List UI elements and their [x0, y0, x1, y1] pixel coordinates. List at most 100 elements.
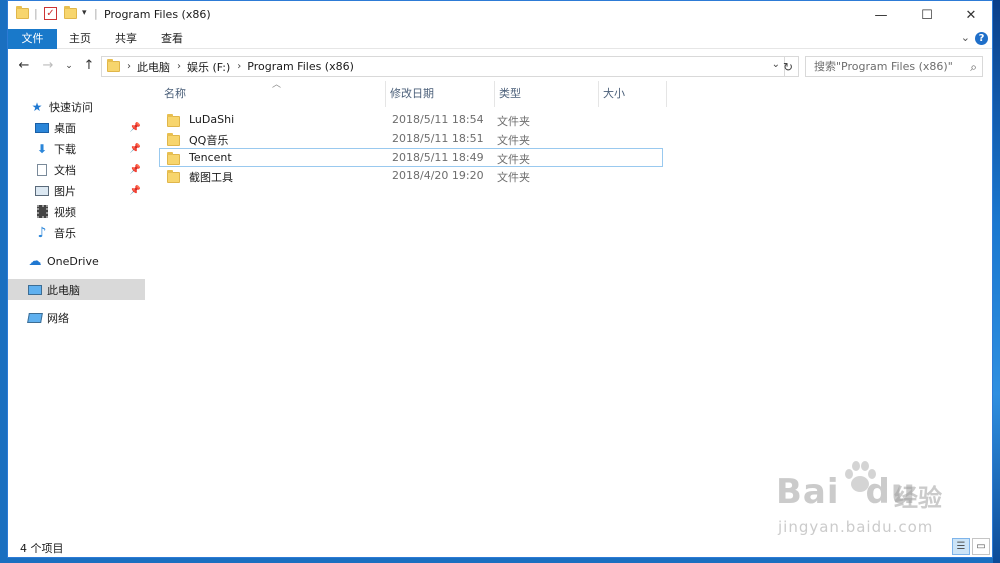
close-button[interactable]: ✕ [948, 1, 994, 29]
sidebar-item-label: 快速访问 [49, 100, 93, 114]
column-type[interactable]: 类型 [495, 81, 599, 107]
desktop-icon [35, 122, 49, 134]
breadcrumb-drive[interactable]: 娱乐 (F:) [187, 59, 230, 75]
sidebar-item-label: 下载 [54, 142, 76, 156]
pin-icon[interactable]: 📌 [130, 186, 141, 196]
large-icons-view-icon[interactable]: ▭ [972, 538, 990, 555]
sidebar-item-label: 音乐 [54, 226, 76, 240]
recent-locations-icon[interactable]: ⌄ [62, 55, 76, 77]
maximize-button[interactable]: ☐ [904, 1, 950, 29]
search-placeholder: 搜索"Program Files (x86)" [814, 60, 953, 73]
sidebar-item-documents[interactable]: 文档 📌 [8, 159, 145, 180]
sidebar-item-this-pc[interactable]: 此电脑 [8, 279, 145, 300]
table-row[interactable]: 截图工具 2018/4/20 19:20 文件夹 [160, 167, 664, 186]
search-icon[interactable]: ⌕ [970, 58, 977, 77]
file-type: 文件夹 [497, 115, 530, 128]
navigation-pane: ★ 快速访问 桌面 📌 ⬇ 下载 📌 文档 📌 图片 📌 视频 ♪ 音乐 ☁ O… [8, 91, 145, 531]
sidebar-item-music[interactable]: ♪ 音乐 [8, 222, 145, 243]
folder-icon [107, 59, 120, 72]
file-date: 2018/5/11 18:54 [392, 113, 484, 126]
column-header: ︿ 名称 修改日期 类型 大小 [160, 80, 680, 107]
up-icon[interactable]: ↑ [80, 55, 98, 77]
title-bar: | ✓ ▾ | Program Files (x86) — ☐ ✕ [8, 1, 992, 29]
minimize-button[interactable]: — [858, 1, 904, 29]
pin-icon[interactable]: 📌 [130, 165, 141, 175]
sidebar-item-label: 此电脑 [47, 283, 80, 297]
chevron-right-icon[interactable]: › [177, 61, 181, 72]
download-icon: ⬇ [36, 141, 48, 156]
tab-home[interactable]: 主页 [58, 29, 102, 49]
explorer-window: | ✓ ▾ | Program Files (x86) — ☐ ✕ 文件 主页 … [7, 0, 993, 558]
pin-icon[interactable]: 📌 [130, 144, 141, 154]
sidebar-item-onedrive[interactable]: ☁ OneDrive [8, 251, 145, 272]
file-name: Tencent [189, 151, 232, 164]
folder-icon [167, 170, 180, 183]
table-row[interactable]: QQ音乐 2018/5/11 18:51 文件夹 [160, 130, 664, 149]
properties-icon[interactable]: ✓ [44, 7, 57, 20]
file-name: LuDaShi [189, 113, 235, 126]
sidebar-item-quick-access[interactable]: ★ 快速访问 [8, 96, 145, 117]
network-icon [27, 312, 43, 324]
navigation-bar: ← → ⌄ ↑ › 此电脑 › 娱乐 (F:) › Program Files … [8, 55, 992, 77]
sidebar-item-desktop[interactable]: 桌面 📌 [8, 117, 145, 138]
music-icon: ♪ [37, 224, 47, 241]
breadcrumb-this-pc[interactable]: 此电脑 [137, 59, 170, 75]
sidebar-item-label: 文档 [54, 163, 76, 177]
chevron-right-icon[interactable]: › [237, 61, 241, 72]
refresh-icon[interactable]: ↻ [778, 56, 799, 77]
tab-share[interactable]: 共享 [104, 29, 148, 49]
watermark-url: jingyan.baidu.com [778, 518, 934, 536]
sidebar-item-label: 桌面 [54, 121, 76, 135]
watermark-cn: 经验 [894, 484, 942, 512]
column-name[interactable]: 名称 [160, 81, 386, 107]
sidebar-item-network[interactable]: 网络 [8, 307, 145, 328]
item-count: 4 个项目 [20, 542, 64, 555]
ribbon-tabs: 文件 主页 共享 查看 ⌄ ? [8, 29, 992, 49]
forward-icon[interactable]: → [38, 55, 58, 77]
folder-icon [16, 6, 29, 19]
column-size[interactable]: 大小 [599, 81, 667, 107]
chevron-right-icon[interactable]: › [127, 61, 131, 72]
new-folder-icon[interactable] [64, 6, 77, 19]
file-date: 2018/5/11 18:49 [392, 151, 484, 164]
baidu-watermark: Bai du 经验 jingyan.baidu.com [776, 456, 976, 546]
window-title: Program Files (x86) [104, 8, 211, 21]
folder-icon [167, 152, 180, 165]
file-name: QQ音乐 [189, 134, 229, 147]
sidebar-item-downloads[interactable]: ⬇ 下载 📌 [8, 138, 145, 159]
sidebar-item-videos[interactable]: 视频 [8, 201, 145, 222]
pin-icon[interactable]: 📌 [130, 123, 141, 133]
file-type: 文件夹 [497, 134, 530, 147]
computer-icon [28, 284, 42, 296]
sidebar-item-label: 视频 [54, 205, 76, 219]
breadcrumb-current[interactable]: Program Files (x86) [247, 60, 354, 73]
picture-icon [35, 185, 49, 197]
help-icon[interactable]: ? [975, 32, 988, 45]
status-bar: 4 个项目 ☰ ▭ [8, 536, 992, 558]
file-date: 2018/5/11 18:51 [392, 132, 484, 145]
tab-view[interactable]: 查看 [150, 29, 194, 49]
desktop-background [993, 0, 1000, 563]
expand-ribbon-icon[interactable]: ⌄ [961, 31, 970, 44]
separator: | [94, 7, 98, 20]
video-icon [35, 205, 49, 218]
address-bar[interactable]: › 此电脑 › 娱乐 (F:) › Program Files (x86) ⌄ [101, 56, 785, 77]
details-view-icon[interactable]: ☰ [952, 538, 970, 555]
folder-icon [167, 133, 180, 146]
column-date[interactable]: 修改日期 [386, 81, 495, 107]
table-row[interactable]: LuDaShi 2018/5/11 18:54 文件夹 [160, 111, 664, 130]
sidebar-item-pictures[interactable]: 图片 📌 [8, 180, 145, 201]
sidebar-item-label: OneDrive [47, 255, 99, 268]
tab-file[interactable]: 文件 [8, 29, 57, 49]
file-type: 文件夹 [497, 171, 530, 184]
cloud-icon: ☁ [28, 254, 42, 269]
star-icon: ★ [31, 99, 43, 114]
back-icon[interactable]: ← [14, 55, 34, 77]
table-row[interactable]: Tencent 2018/5/11 18:49 文件夹 [159, 148, 663, 167]
customize-toolbar-icon[interactable]: ▾ [82, 8, 87, 18]
separator: | [34, 7, 38, 20]
search-input[interactable]: 搜索"Program Files (x86)" ⌕ [805, 56, 983, 77]
sidebar-item-label: 图片 [54, 184, 76, 198]
folder-icon [167, 114, 180, 127]
document-icon [35, 163, 49, 176]
